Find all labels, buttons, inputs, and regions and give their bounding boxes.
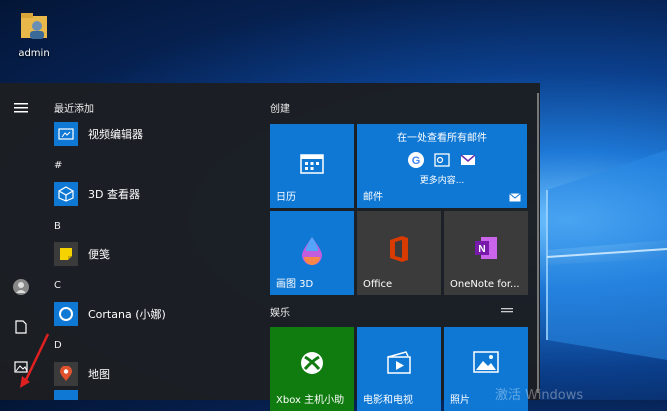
recently-added-heading: 最近添加 — [54, 104, 94, 115]
photo-icon — [473, 351, 499, 373]
tile-onenote[interactable]: N OneNote for... — [444, 211, 528, 295]
group-title-entertainment[interactable]: 娱乐 — [270, 304, 290, 319]
activation-watermark: 激活 Windows — [495, 388, 584, 403]
onenote-icon: N — [475, 237, 497, 259]
app-name: 视频编辑器 — [88, 128, 143, 141]
calendar-icon — [300, 154, 324, 174]
tile-mail[interactable]: 在一处查看所有邮件 G 更多内容... 邮件 — [357, 124, 527, 208]
user-folder-icon — [21, 13, 47, 39]
mail-accounts-row: G — [357, 152, 527, 168]
mail-tile-header: 在一处查看所有邮件 — [397, 133, 487, 144]
annotation-arrow — [20, 333, 50, 388]
map-pin-icon — [54, 362, 78, 386]
cube-icon — [54, 182, 78, 206]
desktop-icon-admin[interactable]: admin — [12, 8, 56, 59]
app-icon — [54, 390, 78, 400]
user-account-button[interactable] — [10, 276, 32, 298]
user-avatar-icon — [13, 279, 29, 295]
tile-area: 创建 日历 在一处查看所有邮件 G 更多内容... 邮件 画图 3D Offic… — [270, 83, 535, 411]
letter-header-d[interactable]: D — [54, 340, 62, 351]
letter-header-hash[interactable]: # — [54, 160, 62, 171]
group-title-create[interactable]: 创建 — [270, 100, 290, 115]
app-video-editor[interactable]: 视频编辑器 — [54, 121, 244, 147]
google-icon: G — [408, 152, 424, 168]
envelope-icon — [509, 193, 521, 202]
xbox-logo-icon — [301, 352, 323, 374]
paint-drop-icon — [302, 237, 322, 265]
app-list: 最近添加 视频编辑器 # 3D 查看器 B 便笺 C Cortana (小娜) … — [42, 83, 252, 400]
tile-label: 电影和电视 — [363, 395, 413, 406]
tile-xbox[interactable]: Xbox 主机小助 — [270, 327, 354, 411]
app-name: 便笺 — [88, 248, 110, 261]
tile-label: OneNote for... — [450, 279, 520, 290]
app-sticky-notes[interactable]: 便笺 — [54, 241, 244, 267]
tile-movies-tv[interactable]: 电影和电视 — [357, 327, 441, 411]
app-3d-viewer[interactable]: 3D 查看器 — [54, 181, 244, 207]
app-name: 3D 查看器 — [88, 188, 140, 201]
tile-label: Office — [363, 279, 393, 290]
hamburger-icon — [14, 103, 28, 113]
tile-label: 日历 — [276, 192, 296, 203]
app-maps[interactable]: 地图 — [54, 361, 244, 387]
sticky-note-icon — [54, 242, 78, 266]
tile-label: 邮件 — [363, 192, 383, 203]
tile-paint3d[interactable]: 画图 3D — [270, 211, 354, 295]
tile-scrollbar[interactable] — [537, 93, 539, 393]
tile-calendar[interactable]: 日历 — [270, 124, 354, 208]
app-partial-next[interactable] — [54, 389, 244, 400]
tile-label: 画图 3D — [276, 279, 314, 290]
office-logo-icon — [390, 236, 408, 262]
group-drag-handle-icon[interactable] — [501, 308, 513, 313]
outlook-icon — [434, 153, 450, 167]
wallpaper-window-logo — [546, 150, 667, 360]
video-editor-icon — [54, 122, 78, 146]
tile-label: 照片 — [450, 395, 470, 406]
start-menu: 最近添加 视频编辑器 # 3D 查看器 B 便笺 C Cortana (小娜) … — [0, 83, 540, 411]
cortana-ring-icon — [54, 302, 78, 326]
svg-text:N: N — [478, 244, 485, 255]
hamburger-menu-button[interactable] — [10, 97, 32, 119]
letter-header-b[interactable]: B — [54, 221, 61, 232]
yahoo-mail-icon — [460, 154, 476, 165]
tile-label: Xbox 主机小助 — [276, 395, 345, 406]
desktop-icon-label: admin — [18, 48, 50, 59]
mail-tile-more: 更多内容... — [419, 176, 465, 186]
svg-text:G: G — [412, 155, 421, 167]
app-name: 地图 — [88, 368, 110, 381]
film-play-icon — [387, 351, 411, 374]
tile-office[interactable]: Office — [357, 211, 441, 295]
letter-header-c[interactable]: C — [54, 280, 61, 291]
app-cortana[interactable]: Cortana (小娜) — [54, 301, 244, 327]
app-name: Cortana (小娜) — [88, 308, 166, 321]
